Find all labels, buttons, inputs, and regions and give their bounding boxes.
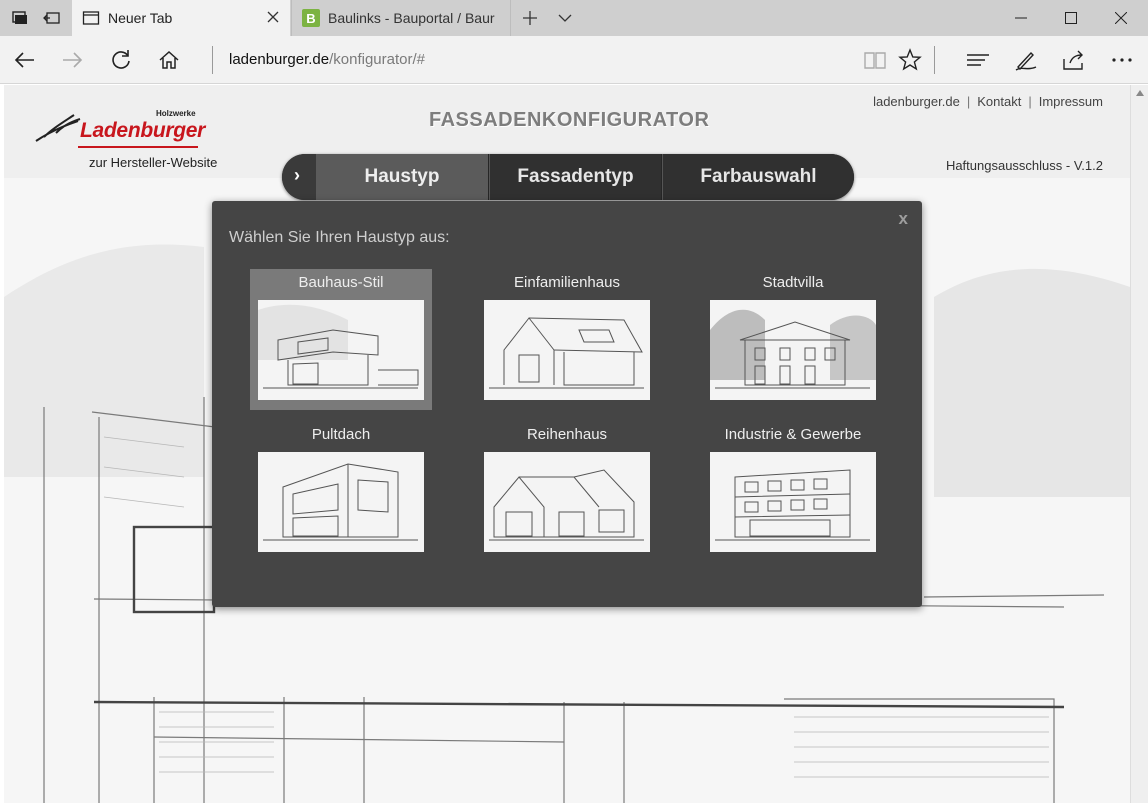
link-kontakt[interactable]: Kontakt: [977, 94, 1021, 109]
house-option-label: Bauhaus-Stil: [298, 274, 384, 291]
house-option-einfamilienhaus[interactable]: Einfamilienhaus: [476, 269, 658, 410]
link-separator: |: [966, 94, 971, 109]
house-option-bauhaus[interactable]: Bauhaus-Stil: [250, 269, 432, 410]
logo-small-text: Holzwerke: [156, 109, 196, 118]
tab-manager-icon[interactable]: [10, 8, 30, 28]
home-icon[interactable]: [155, 46, 183, 74]
house-option-label: Einfamilienhaus: [514, 274, 620, 291]
disclaimer-version-link[interactable]: Haftungsausschluss - V.1.2: [946, 158, 1103, 173]
set-aside-tabs-icon[interactable]: [42, 8, 62, 28]
share-icon[interactable]: [1060, 46, 1088, 74]
house-option-reihenhaus[interactable]: Reihenhaus: [476, 421, 658, 562]
favorite-star-icon[interactable]: [896, 46, 924, 74]
tab-new-tab[interactable]: Neuer Tab: [72, 0, 290, 36]
house-option-industrie-gewerbe[interactable]: Industrie & Gewerbe: [702, 421, 884, 562]
more-options-icon[interactable]: [1108, 46, 1136, 74]
tab-label: Baulinks - Bauportal / Baur: [328, 10, 495, 26]
chevron-right-icon: ›: [294, 165, 300, 185]
pultdach-thumbnail: [258, 452, 424, 552]
top-links: ladenburger.de | Kontakt | Impressum: [873, 94, 1103, 109]
web-note-pen-icon[interactable]: [1012, 46, 1040, 74]
toolbar-separator: [934, 46, 935, 74]
new-tab-icon[interactable]: [520, 8, 540, 28]
address-separator: [212, 46, 213, 74]
close-dialog-button[interactable]: x: [899, 209, 908, 229]
back-arrow-icon[interactable]: [11, 46, 39, 74]
bauhaus-house-thumbnail: [258, 300, 424, 400]
house-option-label: Industrie & Gewerbe: [724, 426, 862, 443]
step-prev-button[interactable]: ›: [282, 154, 316, 200]
link-separator: |: [1028, 94, 1032, 109]
ladenburger-logo[interactable]: Holzwerke Ladenburger: [34, 105, 206, 149]
stadtvilla-thumbnail: [710, 300, 876, 400]
forward-arrow-icon[interactable]: [58, 46, 86, 74]
house-option-pultdach[interactable]: Pultdach: [250, 421, 432, 562]
einfamilienhaus-thumbnail: [484, 300, 650, 400]
house-option-label: Reihenhaus: [526, 426, 608, 443]
logo-name: Ladenburger: [80, 119, 206, 142]
logo-tree-icon: [35, 114, 81, 142]
tab-preview-chevron-icon[interactable]: [555, 8, 575, 28]
url-path: /konfigurator/#: [329, 51, 425, 68]
close-tab-icon[interactable]: [266, 10, 280, 24]
reading-view-icon[interactable]: [861, 46, 889, 74]
baulinks-favicon: B: [302, 9, 320, 27]
step-farbauswahl[interactable]: Farbauswahl: [662, 154, 854, 200]
house-option-label: Stadtvilla: [762, 274, 824, 291]
step-fassadentyp[interactable]: Fassadentyp: [489, 154, 661, 200]
house-option-stadtvilla[interactable]: Stadtvilla: [702, 269, 884, 410]
tab-baulinks[interactable]: B Baulinks - Bauportal / Baur: [291, 0, 511, 36]
svg-text:B: B: [306, 11, 315, 26]
tab-label: Neuer Tab: [108, 10, 173, 26]
minimize-button[interactable]: [998, 0, 1044, 36]
close-window-button[interactable]: [1098, 0, 1144, 36]
reihenhaus-thumbnail: [484, 452, 650, 552]
address-bar[interactable]: ladenburger.de/konfigurator/#: [229, 51, 425, 68]
refresh-icon[interactable]: [107, 46, 135, 74]
configurator-step-nav: › Haustyp Fassadentyp Farbauswahl: [282, 154, 854, 200]
manufacturer-website-link[interactable]: zur Hersteller-Website: [89, 155, 217, 170]
link-impressum[interactable]: Impressum: [1039, 94, 1103, 109]
hub-icon[interactable]: [964, 46, 992, 74]
browser-tab-bar: Neuer Tab B Baulinks - Bauportal / Baur: [0, 0, 1148, 36]
page-scrollbar[interactable]: [1130, 85, 1148, 803]
industrie-gewerbe-thumbnail: [710, 452, 876, 552]
maximize-button[interactable]: [1048, 0, 1094, 36]
house-option-label: Pultdach: [311, 426, 371, 443]
logo-underline: [78, 146, 198, 148]
step-haustyp[interactable]: Haustyp: [316, 154, 488, 200]
scroll-up-arrow-icon[interactable]: [1136, 90, 1144, 96]
page-viewport: Holzwerke Ladenburger zur Hersteller-Web…: [4, 85, 1130, 803]
url-host: ladenburger.de: [229, 51, 330, 68]
page-title: FASSADENKONFIGURATOR: [429, 109, 710, 131]
house-type-dialog: x Wählen Sie Ihren Haustyp aus: Bauhaus-…: [212, 201, 922, 607]
link-ladenburger[interactable]: ladenburger.de: [873, 94, 960, 109]
page-icon: [82, 9, 100, 27]
dialog-title: Wählen Sie Ihren Haustyp aus:: [229, 229, 450, 246]
browser-nav-bar: ladenburger.de/konfigurator/#: [0, 36, 1148, 84]
